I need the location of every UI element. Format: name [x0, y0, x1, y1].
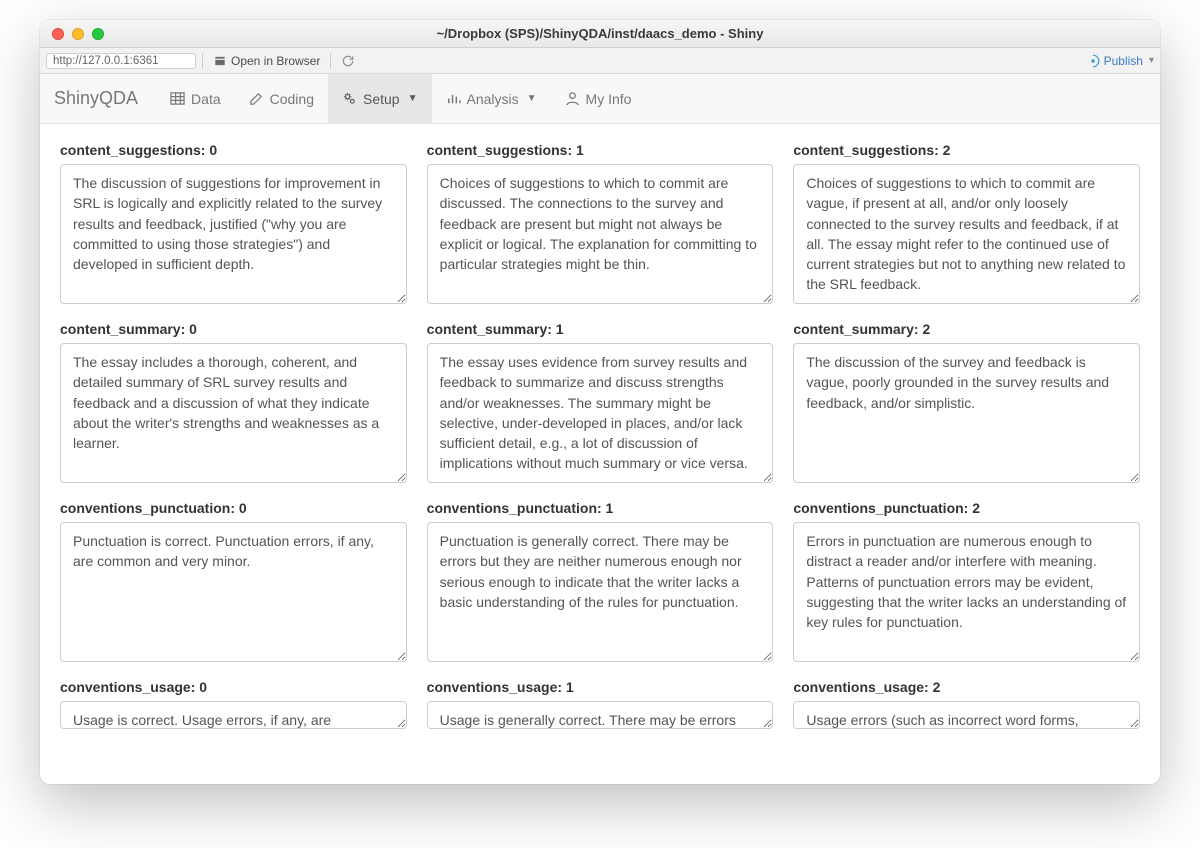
rubric-cell: content_suggestions: 0: [60, 142, 407, 307]
rubric-textarea[interactable]: [427, 522, 774, 662]
reload-icon: [341, 54, 355, 68]
rubric-textarea[interactable]: [60, 164, 407, 304]
rubric-label: content_summary: 2: [793, 321, 1140, 337]
gears-icon: [342, 91, 357, 106]
titlebar: ~/Dropbox (SPS)/ShinyQDA/inst/daacs_demo…: [40, 20, 1160, 48]
rubric-label: conventions_punctuation: 2: [793, 500, 1140, 516]
toolbar-separator: [202, 53, 203, 69]
rubric-label: conventions_usage: 0: [60, 679, 407, 695]
nav-setup-label: Setup: [363, 91, 400, 107]
rubric-textarea[interactable]: [793, 701, 1140, 729]
rubric-cell: content_summary: 0: [60, 321, 407, 486]
url-box[interactable]: http://127.0.0.1:6361: [46, 53, 196, 69]
maximize-window-button[interactable]: [92, 28, 104, 40]
app-brand: ShinyQDA: [54, 88, 138, 109]
browser-icon: [213, 54, 227, 68]
rubric-textarea[interactable]: [60, 343, 407, 483]
rubric-label: conventions_usage: 2: [793, 679, 1140, 695]
rubric-label: content_suggestions: 1: [427, 142, 774, 158]
table-icon: [170, 91, 185, 106]
close-window-button[interactable]: [52, 28, 64, 40]
rubric-cell: conventions_usage: 1: [427, 679, 774, 732]
nav-coding-label: Coding: [270, 91, 314, 107]
rubric-textarea[interactable]: [427, 164, 774, 304]
rubric-textarea[interactable]: [427, 343, 774, 483]
nav-myinfo-label: My Info: [586, 91, 632, 107]
rubric-cell: content_suggestions: 2: [793, 142, 1140, 307]
rubric-cell: content_suggestions: 1: [427, 142, 774, 307]
window-controls: [40, 28, 104, 40]
main-content: content_suggestions: 0 content_suggestion…: [40, 124, 1160, 784]
window-title: ~/Dropbox (SPS)/ShinyQDA/inst/daacs_demo…: [40, 26, 1160, 41]
rubric-label: conventions_punctuation: 1: [427, 500, 774, 516]
publish-button[interactable]: Publish ▾: [1086, 54, 1154, 68]
app-window: ~/Dropbox (SPS)/ShinyQDA/inst/daacs_demo…: [40, 20, 1160, 784]
nav-myinfo[interactable]: My Info: [551, 74, 646, 123]
rubric-cell: conventions_punctuation: 2: [793, 500, 1140, 665]
rubric-textarea[interactable]: [427, 701, 774, 729]
open-in-browser-button[interactable]: Open in Browser: [209, 53, 324, 69]
nav-analysis[interactable]: Analysis ▼: [432, 74, 551, 123]
nav-analysis-label: Analysis: [467, 91, 519, 107]
rubric-label: conventions_punctuation: 0: [60, 500, 407, 516]
edit-icon: [249, 91, 264, 106]
rubric-textarea[interactable]: [793, 164, 1140, 304]
rubric-textarea[interactable]: [793, 343, 1140, 483]
rubric-textarea[interactable]: [60, 701, 407, 729]
navbar: ShinyQDA Data Coding Setup ▼ Analysis ▼: [40, 74, 1160, 124]
rubric-label: content_summary: 0: [60, 321, 407, 337]
bar-chart-icon: [446, 91, 461, 106]
rubric-cell: conventions_punctuation: 1: [427, 500, 774, 665]
user-icon: [565, 91, 580, 106]
rubric-cell: conventions_usage: 2: [793, 679, 1140, 732]
chevron-down-icon: ▾: [1149, 55, 1154, 66]
publish-icon: [1086, 54, 1100, 68]
nav-data-label: Data: [191, 91, 221, 107]
rubric-cell: conventions_usage: 0: [60, 679, 407, 732]
nav-setup[interactable]: Setup ▼: [328, 74, 432, 123]
nav-coding[interactable]: Coding: [235, 74, 328, 123]
rubric-label: content_suggestions: 0: [60, 142, 407, 158]
browser-toolbar: http://127.0.0.1:6361 Open in Browser Pu…: [40, 48, 1160, 74]
nav-data[interactable]: Data: [156, 74, 235, 123]
rubric-textarea[interactable]: [793, 522, 1140, 662]
rubric-textarea[interactable]: [60, 522, 407, 662]
minimize-window-button[interactable]: [72, 28, 84, 40]
chevron-down-icon: ▼: [408, 93, 418, 104]
rubric-cell: content_summary: 1: [427, 321, 774, 486]
nav-items: Data Coding Setup ▼ Analysis ▼ My Info: [156, 74, 645, 123]
rubric-cell: conventions_punctuation: 0: [60, 500, 407, 665]
toolbar-separator: [330, 53, 331, 69]
reload-button[interactable]: [337, 53, 359, 69]
rubric-label: conventions_usage: 1: [427, 679, 774, 695]
rubric-label: content_summary: 1: [427, 321, 774, 337]
rubric-label: content_suggestions: 2: [793, 142, 1140, 158]
publish-label: Publish: [1104, 54, 1143, 68]
rubric-cell: content_summary: 2: [793, 321, 1140, 486]
chevron-down-icon: ▼: [527, 93, 537, 104]
open-in-browser-label: Open in Browser: [231, 54, 320, 68]
rubric-grid: content_suggestions: 0 content_suggestion…: [60, 142, 1140, 732]
